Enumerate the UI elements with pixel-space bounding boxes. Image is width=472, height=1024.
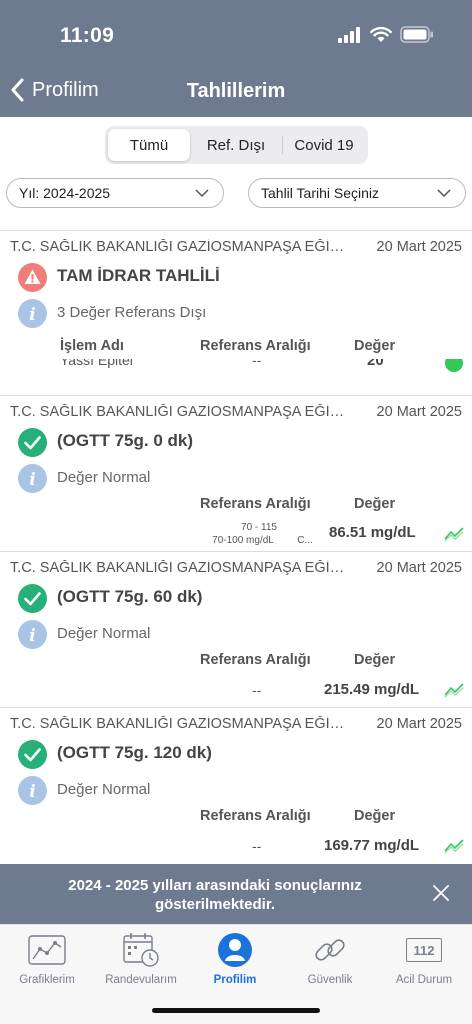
row-value: 20 (367, 359, 384, 369)
tab-label: Randevularım (105, 974, 177, 986)
filter-segmented-control: Tümü Ref. Dışı Covid 19 (105, 126, 368, 164)
tab-charts[interactable]: Grafiklerim (2, 931, 92, 986)
svg-text:i: i (29, 782, 35, 802)
calendar-icon (123, 933, 159, 967)
info-text: 3 Değer Referans Dışı (57, 304, 207, 321)
info-icon: i (18, 299, 47, 328)
status-dot-icon (445, 359, 463, 372)
tab-label: Acil Durum (395, 974, 453, 986)
link-icon (315, 939, 345, 961)
test-name: (OGTT 75g. 60 dk) (57, 587, 203, 606)
result-row: Yassı Epitel -- 20 (0, 359, 472, 379)
app-header: 11:09 Profilim Tahlillerim (0, 0, 472, 117)
column-header-value: Değer (354, 652, 396, 668)
tab-emergency[interactable]: 112 Acil Durum (379, 931, 469, 986)
year-dropdown-label: Yıl: 2024-2025 (19, 185, 111, 201)
warning-icon (18, 263, 47, 292)
row-reference: -- (252, 359, 262, 368)
column-header-reference: Referans Aralığı (200, 652, 311, 668)
column-header-reference: Referans Aralığı (200, 338, 311, 354)
reference-range-extra: C... (297, 535, 313, 546)
check-circle-icon (18, 584, 47, 613)
tab-label: Grafiklerim (19, 974, 75, 986)
institution-name: T.C. SAĞLIK BAKANLIĞI GAZİOSMANPAŞA EĞİT… (10, 716, 352, 732)
reference-range-line1: 70 - 115 (241, 522, 277, 533)
institution-name: T.C. SAĞLIK BAKANLIĞI GAZİOSMANPAŞA EĞİT… (10, 560, 352, 576)
column-header-value: Değer (354, 808, 396, 824)
column-header-name: İşlem Adı (60, 338, 124, 354)
info-banner: 2024 - 2025 yılları arasındaki sonuçları… (0, 864, 472, 924)
wifi-icon (370, 26, 392, 42)
signal-icon (338, 26, 360, 43)
tab-label: Güvenlik (307, 974, 353, 986)
status-bar: 11:09 (0, 0, 472, 70)
institution-name: T.C. SAĞLIK BAKANLIĞI GAZİOSMANPAŞA EĞİT… (10, 239, 352, 255)
row-name: Yassı Epitel (60, 359, 133, 368)
info-icon: i (18, 776, 47, 805)
navigation-bar: Profilim Tahlillerim (0, 70, 472, 117)
trend-chart-icon[interactable] (444, 526, 464, 542)
profile-icon (218, 933, 252, 967)
column-header-value: Değer (354, 496, 396, 512)
test-name: (OGTT 75g. 120 dk) (57, 743, 212, 762)
trend-chart-icon[interactable] (444, 682, 464, 698)
emergency-112-icon: 112 (406, 938, 442, 962)
segment-out-of-range[interactable]: Ref. Dışı (190, 129, 282, 161)
reference-range-line2: 70-100 mg/dL (212, 535, 274, 546)
info-text: Değer Normal (57, 781, 151, 798)
chevron-down-icon (437, 189, 451, 198)
result-value: 215.49 mg/dL (324, 681, 420, 698)
emergency-number: 112 (413, 942, 435, 958)
result-card[interactable]: T.C. SAĞLIK BAKANLIĞI GAZİOSMANPAŞA EĞİT… (0, 230, 472, 395)
segment-covid19[interactable]: Covid 19 (283, 129, 365, 161)
close-icon[interactable] (432, 884, 450, 902)
check-circle-icon (18, 740, 47, 769)
banner-text: 2024 - 2025 yılları arasındaki sonuçları… (68, 877, 362, 913)
result-value: 169.77 mg/dL (324, 837, 420, 854)
tab-appointments[interactable]: Randevularım (96, 931, 186, 986)
column-header-reference: Referans Aralığı (200, 808, 311, 824)
chart-icon (28, 935, 66, 965)
result-card[interactable]: T.C. SAĞLIK BAKANLIĞI GAZİOSMANPAŞA EĞİT… (0, 707, 472, 864)
date-dropdown[interactable]: Tahlil Tarihi Seçiniz (248, 178, 466, 208)
status-time: 11:09 (60, 24, 115, 47)
column-header-reference: Referans Aralığı (200, 496, 311, 512)
system-icons (338, 26, 434, 43)
check-circle-icon (18, 428, 47, 457)
info-icon: i (18, 620, 47, 649)
home-indicator[interactable] (152, 1008, 320, 1013)
trend-chart-icon[interactable] (444, 838, 464, 854)
result-date: 20 Mart 2025 (376, 716, 462, 732)
info-icon: i (18, 464, 47, 493)
page-title: Tahlillerim (186, 80, 286, 102)
reference-range: -- (252, 838, 262, 854)
info-text: Değer Normal (57, 469, 151, 486)
result-card[interactable]: T.C. SAĞLIK BAKANLIĞI GAZİOSMANPAŞA EĞİT… (0, 395, 472, 551)
result-value: 86.51 mg/dL (329, 524, 416, 541)
svg-text:i: i (29, 305, 35, 325)
date-dropdown-label: Tahlil Tarihi Seçiniz (261, 185, 380, 201)
test-name: (OGTT 75g. 0 dk) (57, 431, 194, 450)
battery-icon (400, 26, 433, 43)
chevron-down-icon (195, 189, 209, 198)
reference-range: -- (252, 682, 262, 698)
result-date: 20 Mart 2025 (376, 239, 462, 255)
svg-text:i: i (29, 626, 35, 646)
test-name: TAM İDRAR TAHLİLİ (57, 266, 220, 285)
result-date: 20 Mart 2025 (376, 560, 462, 576)
institution-name: T.C. SAĞLIK BAKANLIĞI GAZİOSMANPAŞA EĞİT… (10, 404, 352, 420)
result-card[interactable]: T.C. SAĞLIK BAKANLIĞI GAZİOSMANPAŞA EĞİT… (0, 551, 472, 707)
svg-text:i: i (29, 470, 35, 490)
tab-security[interactable]: Güvenlik (285, 931, 375, 986)
tab-label: Profilim (213, 974, 257, 986)
segment-all[interactable]: Tümü (108, 129, 190, 161)
column-header-value: Değer (354, 338, 396, 354)
info-text: Değer Normal (57, 625, 151, 642)
tab-profile[interactable]: Profilim (190, 931, 280, 986)
result-date: 20 Mart 2025 (376, 404, 462, 420)
year-dropdown[interactable]: Yıl: 2024-2025 (6, 178, 224, 208)
